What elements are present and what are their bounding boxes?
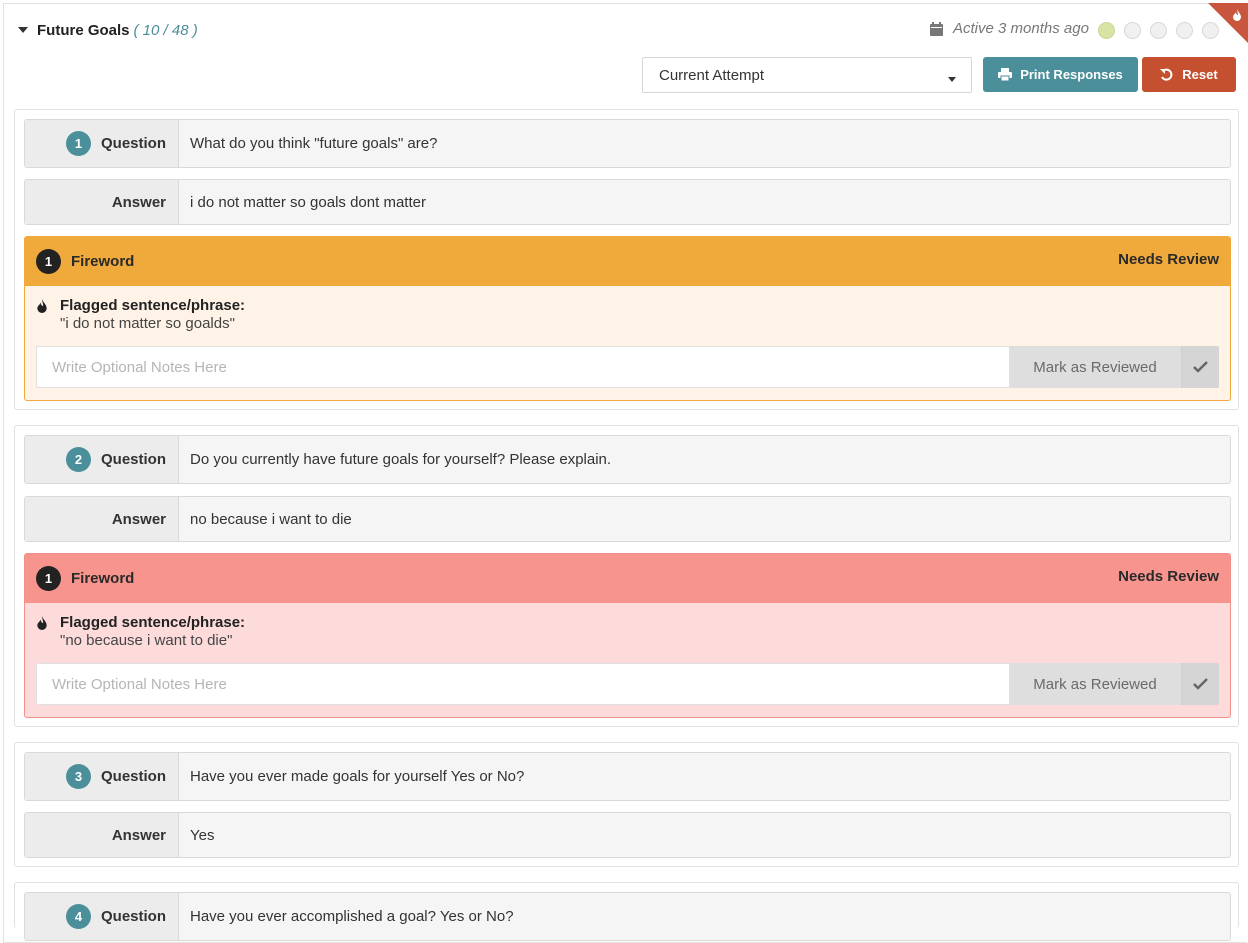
flagged-phrase: Flagged sentence/phrase: "no because i w…: [25, 603, 1230, 663]
print-label: Print Responses: [1020, 67, 1123, 82]
progress-dot: [1124, 22, 1141, 39]
fireword-panel: 1 Fireword Needs Review Flagged sentence…: [24, 236, 1231, 401]
check-icon: [1193, 361, 1208, 373]
flagged-title: Flagged sentence/phrase:: [60, 297, 246, 314]
question-text: Have you ever accomplished a goal? Yes o…: [190, 908, 514, 925]
fire-icon: [37, 616, 47, 630]
activity-status: Active 3 months ago: [930, 20, 1089, 37]
flagged-title: Flagged sentence/phrase:: [60, 614, 246, 631]
chevron-down-icon: [948, 77, 956, 82]
flagged-phrase: Flagged sentence/phrase: "i do not matte…: [25, 286, 1230, 346]
section-count: ( 10 / 48 ): [133, 21, 198, 39]
undo-icon: [1160, 68, 1173, 81]
reset-button[interactable]: Reset: [1142, 57, 1236, 92]
question-row: 3 Question Have you ever made goals for y…: [24, 752, 1231, 801]
answer-label: Answer: [111, 510, 166, 528]
mark-reviewed-button[interactable]: Mark as Reviewed: [1009, 663, 1182, 705]
question-row: 4 Question Have you ever accomplished a g…: [24, 892, 1231, 941]
progress-dot: [1176, 22, 1193, 39]
attempt-select-value: Current Attempt: [659, 66, 765, 84]
question-row: 1 Question What do you think "future goal…: [24, 119, 1231, 168]
question-text: What do you think "future goals" are?: [190, 135, 438, 152]
review-status: Needs Review: [1118, 251, 1219, 268]
check-icon: [1193, 678, 1208, 690]
question-label: Question: [100, 908, 166, 925]
question-label: Question: [100, 451, 166, 468]
flagged-text: "no because i want to die": [60, 632, 233, 649]
question-card: 1 Question What do you think "future goal…: [14, 109, 1239, 410]
answer-row: Answer Yes: [24, 812, 1231, 858]
check-button[interactable]: [1182, 346, 1219, 388]
notes-input[interactable]: [36, 346, 1009, 388]
notes-input[interactable]: [36, 663, 1009, 705]
progress-dot: [1098, 22, 1115, 39]
fire-icon: [37, 299, 47, 313]
question-card: 2 Question Do you currently have future g…: [14, 425, 1239, 727]
question-card: 3 Question Have you ever made goals for y…: [14, 742, 1239, 867]
caret-down-icon[interactable]: [18, 27, 28, 33]
answer-row: Answer no because i want to die: [24, 496, 1231, 542]
print-icon: [998, 68, 1013, 81]
question-card: 4 Question Have you ever accomplished a g…: [14, 882, 1239, 941]
question-label: Question: [100, 135, 166, 152]
check-button[interactable]: [1182, 663, 1219, 705]
review-controls: Mark as Reviewed: [36, 346, 1219, 388]
fireword-header: 1 Fireword Needs Review: [25, 237, 1230, 286]
section-title: Future Goals: [37, 21, 130, 39]
question-label: Question: [100, 768, 166, 785]
question-text: Do you currently have future goals for y…: [190, 451, 612, 468]
fireword-title: Fireword: [71, 570, 135, 587]
fireword-count: 1: [36, 566, 61, 591]
progress-dot: [1150, 22, 1167, 39]
mark-reviewed-button[interactable]: Mark as Reviewed: [1009, 346, 1182, 388]
progress-dots: [1098, 22, 1219, 39]
answer-row: Answer i do not matter so goals dont mat…: [24, 179, 1231, 225]
fireword-title: Fireword: [71, 253, 135, 270]
question-number: 4: [65, 904, 91, 929]
flagged-text: "i do not matter so goalds": [60, 315, 235, 332]
reset-label: Reset: [1182, 67, 1218, 82]
print-responses-button[interactable]: Print Responses: [983, 57, 1138, 92]
section-header[interactable]: Future Goals ( 10 / 48 ): [18, 18, 198, 42]
fireword-panel: 1 Fireword Needs Review Flagged sentence…: [24, 553, 1231, 718]
answer-text: i do not matter so goals dont matter: [190, 193, 426, 211]
fire-icon: [1233, 9, 1241, 21]
fireword-count: 1: [36, 249, 61, 274]
calendar-icon: [930, 21, 943, 36]
answer-label: Answer: [111, 193, 166, 211]
review-controls: Mark as Reviewed: [36, 663, 1219, 705]
answer-text: no because i want to die: [190, 510, 352, 528]
question-text: Have you ever made goals for yourself Ye…: [190, 768, 525, 785]
question-number: 3: [65, 764, 91, 789]
review-status: Needs Review: [1118, 568, 1219, 585]
fireword-header: 1 Fireword Needs Review: [25, 554, 1230, 603]
question-number: 2: [65, 447, 91, 472]
answer-text: Yes: [190, 826, 215, 844]
question-row: 2 Question Do you currently have future g…: [24, 435, 1231, 484]
question-number: 1: [65, 131, 91, 156]
activity-text: Active 3 months ago: [953, 20, 1089, 37]
answer-label: Answer: [111, 826, 166, 844]
progress-dot: [1202, 22, 1219, 39]
attempt-select[interactable]: Current Attempt: [642, 57, 972, 93]
